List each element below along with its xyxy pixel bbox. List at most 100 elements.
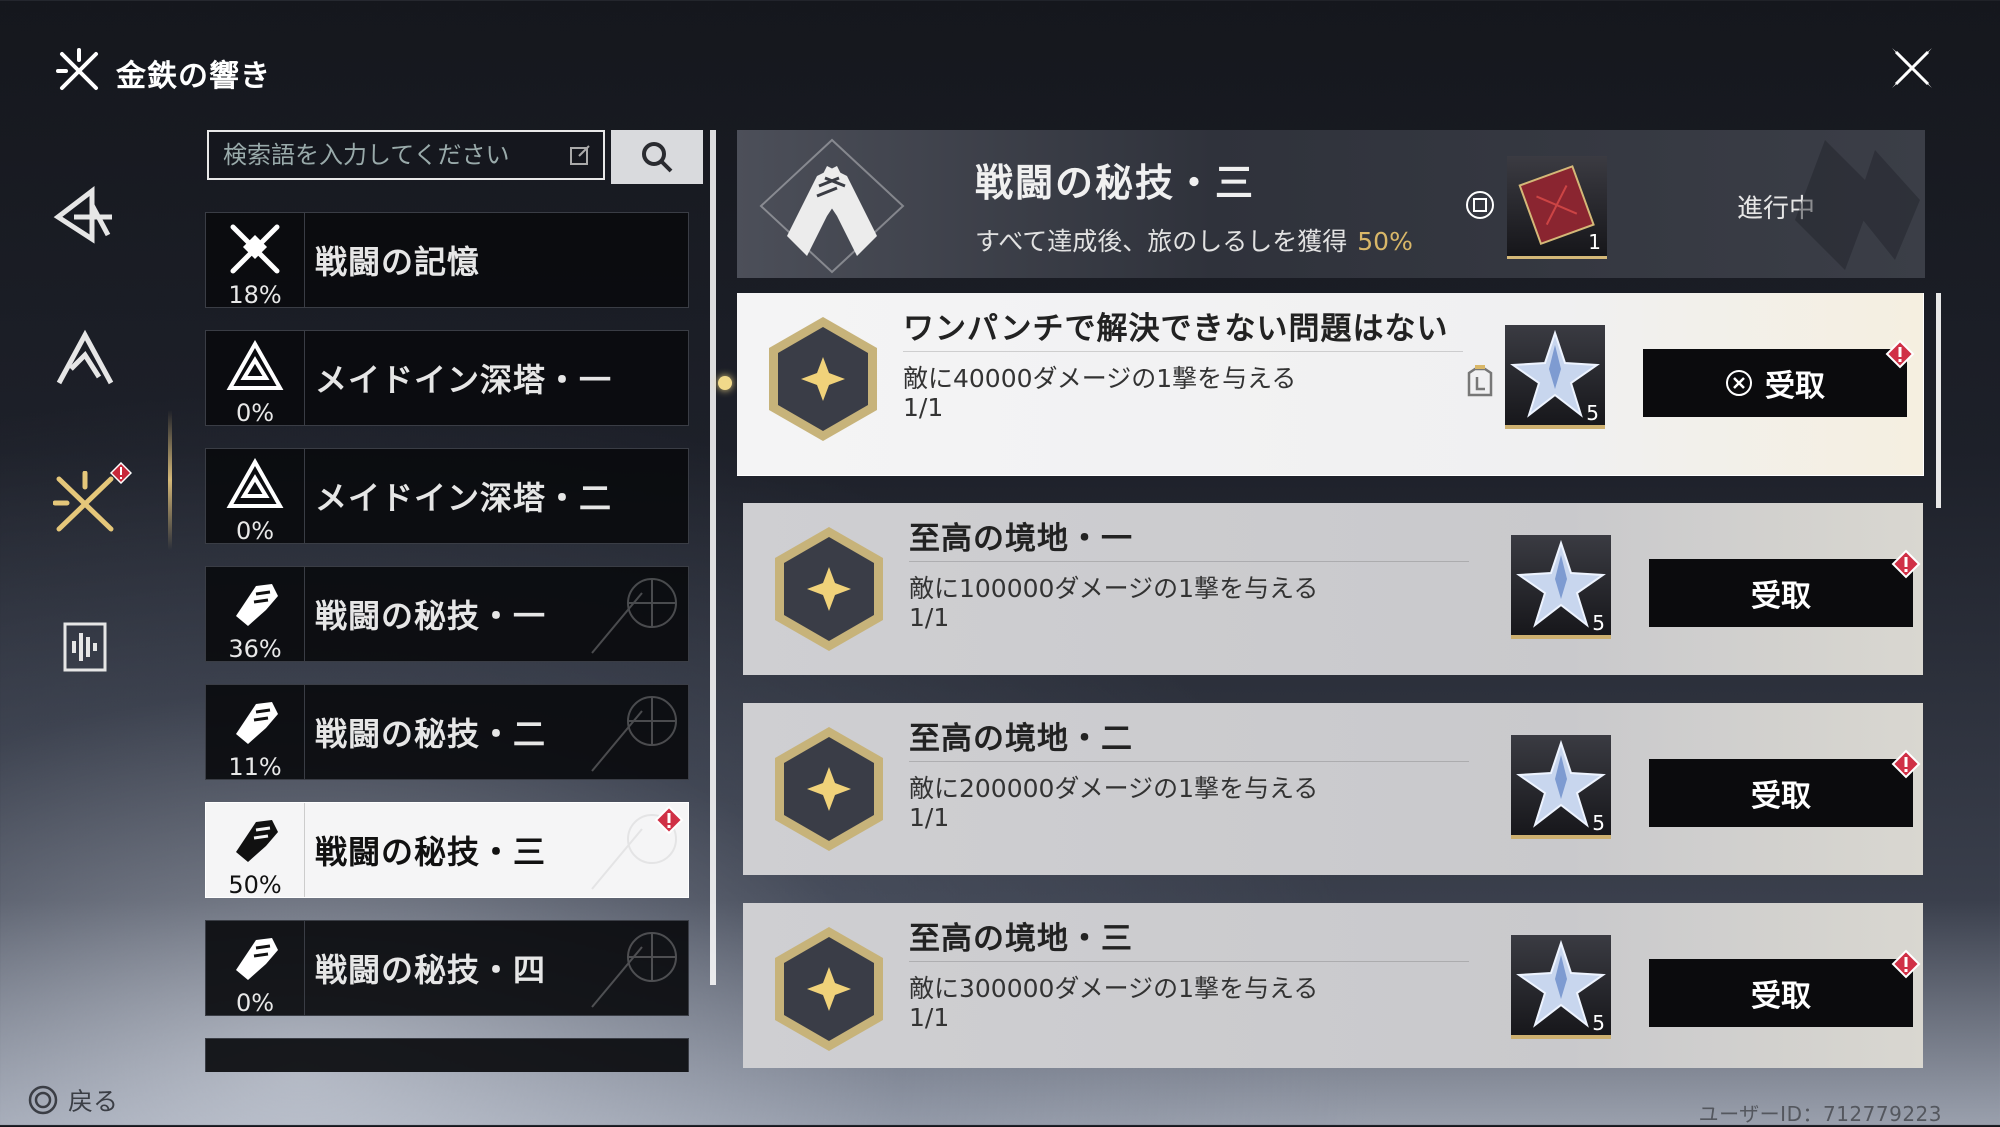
claim-label: 受取	[1751, 979, 1811, 1014]
nav-item-tower[interactable]	[40, 160, 130, 270]
category-name: メイドイン深塔・一	[315, 361, 613, 399]
claim-label: 受取	[1751, 579, 1811, 614]
triforce-icon	[226, 458, 284, 508]
group-reward-count: 1	[1588, 230, 1601, 254]
crossed-blades-icon	[53, 471, 114, 532]
task-name: 至高の境地・一	[909, 521, 1133, 557]
category-name: 戦闘の記憶	[315, 243, 481, 281]
category-name: 戦闘の秘技・一	[315, 597, 547, 635]
search-input[interactable]	[221, 140, 569, 170]
task-name: ワンパンチで解決できない問題はない	[903, 311, 1449, 347]
nav-item-mountain[interactable]	[40, 304, 130, 414]
task-name: 至高の境地・二	[909, 721, 1133, 757]
category-icon-wrap: 11%	[206, 685, 305, 781]
fist-icon	[236, 702, 278, 744]
task-row: 至高の境地・一 敵に100000ダメージの1撃を与える 1/1 5 受取	[743, 503, 1923, 675]
task-divider	[903, 351, 1463, 352]
category-percent: 11%	[228, 753, 282, 781]
category-icon-wrap: 18%	[206, 213, 305, 309]
back-button[interactable]: 戻る	[28, 1082, 118, 1118]
decorative-compass-icon	[591, 578, 677, 654]
category-name: 戦闘の秘技・三	[315, 833, 547, 871]
back-label: 戻る	[68, 1087, 119, 1116]
decorative-compass-icon	[591, 696, 677, 772]
category-icon-wrap: 50%	[206, 803, 305, 899]
claim-label: 受取	[1751, 779, 1811, 814]
category-icon-wrap: 0%	[206, 331, 305, 427]
category-percent: 18%	[228, 281, 282, 309]
crossed-blades-icon	[56, 48, 102, 98]
category-item[interactable]: 0% メイドイン深塔・一	[205, 330, 689, 427]
category-percent: 36%	[228, 635, 282, 663]
task-reward-item[interactable]: 5	[1511, 735, 1611, 839]
alert-badge-icon	[1885, 339, 1915, 369]
nav-item-combat[interactable]	[40, 448, 132, 558]
task-reward-count: 5	[1592, 1011, 1605, 1035]
shirt-icon	[1467, 365, 1493, 397]
search-box	[207, 130, 605, 180]
category-item-selected[interactable]: 50% 戦闘の秘技・三	[205, 802, 689, 899]
nav-item-audio[interactable]	[40, 592, 130, 702]
task-reward-count: 5	[1592, 811, 1605, 835]
task-divider	[909, 561, 1469, 562]
side-nav	[40, 160, 132, 736]
claim-button[interactable]: 受取	[1649, 949, 1921, 1027]
category-item-partial[interactable]	[205, 1038, 689, 1072]
waveform-card-icon	[63, 622, 107, 672]
task-description: 敵に40000ダメージの1撃を与える	[903, 364, 1297, 393]
alert-badge-icon	[1891, 949, 1921, 979]
group-description-row: すべて達成後、旅のしるしを獲得 50%	[975, 222, 1413, 258]
task-name: 至高の境地・三	[909, 921, 1133, 957]
selection-glow-dot	[718, 376, 732, 390]
category-item[interactable]: 0% 戦闘の秘技・四	[205, 920, 689, 1017]
category-item[interactable]: 11% 戦闘の秘技・二	[205, 684, 689, 781]
task-description: 敵に300000ダメージの1撃を与える	[909, 974, 1319, 1003]
category-list: 18% 戦闘の記憶 0% メイドイン深塔・一 0% メイドイン深塔・二 36% …	[205, 212, 691, 1072]
window-title-bar: 金鉄の響き	[56, 48, 271, 98]
crystal-decoration-icon	[1795, 140, 1920, 270]
category-name: メイドイン深塔・二	[315, 479, 613, 517]
task-reward-item[interactable]: 5	[1511, 535, 1611, 639]
alert-badge-icon	[1891, 749, 1921, 779]
nav-active-indicator	[168, 410, 172, 550]
task-list-scrollbar[interactable]	[1936, 293, 1941, 508]
hexagon-star-medal-icon	[775, 527, 883, 651]
search-icon	[642, 142, 673, 173]
task-reward-item[interactable]: 5	[1511, 935, 1611, 1039]
close-button[interactable]	[1884, 40, 1940, 96]
edit-icon	[570, 145, 590, 165]
task-divider	[909, 961, 1469, 962]
group-reward-item[interactable]: 1	[1507, 156, 1607, 259]
claim-button[interactable]: 受取	[1649, 549, 1921, 627]
task-progress: 1/1	[903, 393, 944, 422]
hexagon-star-medal-icon	[775, 727, 883, 851]
circle-button-prompt-icon	[28, 1085, 58, 1115]
category-icon-wrap: 0%	[206, 449, 305, 545]
task-progress: 1/1	[909, 803, 950, 832]
alert-badge-icon	[110, 462, 132, 484]
triforce-icon	[226, 340, 284, 390]
fist-icon	[236, 938, 278, 980]
task-list: ワンパンチで解決できない問題はない 敵に40000ダメージの1撃を与える 1/1…	[737, 293, 1925, 1068]
task-description: 敵に100000ダメージの1撃を与える	[909, 574, 1319, 603]
category-item[interactable]: 0% メイドイン深塔・二	[205, 448, 689, 545]
category-percent: 50%	[228, 871, 282, 899]
claim-button[interactable]: 受取	[1643, 339, 1915, 417]
search-button[interactable]	[611, 130, 703, 184]
category-item[interactable]: 18% 戦闘の記憶	[205, 212, 689, 309]
category-percent: 0%	[235, 399, 275, 427]
fist-icon	[236, 584, 278, 626]
group-percent: 50%	[1357, 227, 1413, 256]
claim-button[interactable]: 受取	[1649, 749, 1921, 827]
category-item[interactable]: 36% 戦闘の秘技・一	[205, 566, 689, 663]
task-progress: 1/1	[909, 1003, 950, 1032]
cross-button-prompt-icon	[1726, 370, 1752, 396]
category-percent: 0%	[235, 517, 275, 545]
alert-badge-icon	[654, 805, 684, 835]
category-name: 戦闘の秘技・二	[315, 715, 547, 753]
category-icon-wrap: 0%	[206, 921, 305, 1017]
user-id: ユーザーID：712779223	[1698, 1102, 1942, 1126]
task-reward-item[interactable]: 5	[1505, 325, 1605, 429]
task-divider	[909, 761, 1469, 762]
category-list-scrollbar[interactable]	[710, 130, 716, 985]
